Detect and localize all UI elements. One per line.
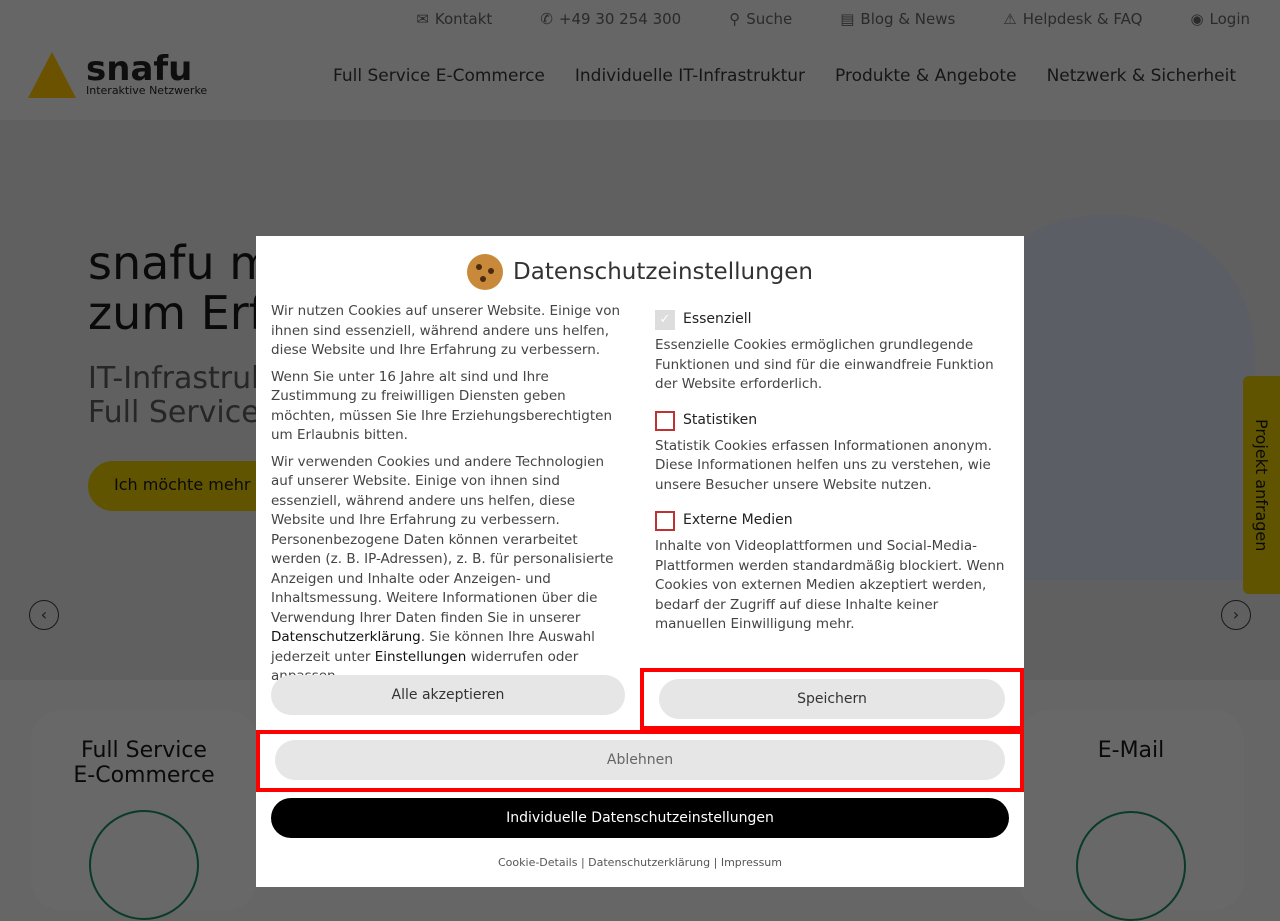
intro-text: Wir nutzen Cookies auf unserer Website. … <box>271 302 623 694</box>
option-label: Essenziell <box>683 311 752 328</box>
topbar-helpdesk[interactable]: ⚠ Helpdesk & FAQ <box>1003 10 1142 28</box>
mail-icon: ✉ <box>416 10 429 28</box>
carousel-prev-icon[interactable]: ‹ <box>29 600 59 630</box>
logo-triangle-icon <box>28 52 76 98</box>
option-label: Externe Medien <box>683 512 793 529</box>
cookie-details-link[interactable]: Cookie-Details <box>498 856 577 869</box>
label: Helpdesk & FAQ <box>1022 10 1143 28</box>
label: Suche <box>746 10 793 28</box>
privacy-policy-link[interactable]: Datenschutzerklärung <box>271 629 421 645</box>
topbar-search[interactable]: ⚲ Suche <box>729 10 792 28</box>
user-icon: ◉ <box>1190 10 1204 28</box>
option-label: Statistiken <box>683 411 758 428</box>
cookie-icon <box>467 254 504 290</box>
card-title: Full Service E-Commerce <box>73 738 215 788</box>
paragraph: Wir nutzen Cookies auf unserer Website. … <box>271 303 621 358</box>
paragraph: Wir verwenden Cookies und andere Technol… <box>271 453 623 687</box>
project-request-tab[interactable]: Projekt anfragen <box>1243 376 1280 594</box>
individual-settings-button[interactable]: Individuelle Datenschutzeinstellungen <box>271 798 1009 838</box>
topbar-blog[interactable]: ▤ Blog & News <box>840 10 955 28</box>
news-icon: ▤ <box>840 10 855 28</box>
carousel-next-icon[interactable]: › <box>1221 600 1251 630</box>
option-description: Statistik Cookies erfassen Informationen… <box>655 437 992 493</box>
search-icon: ⚲ <box>729 10 741 28</box>
service-card[interactable]: Full Service E-Commerce <box>31 710 257 920</box>
phone-icon: ✆ <box>540 10 553 28</box>
cookie-options: ✓ Essenziell Essenzielle Cookies ermöglic… <box>655 310 1005 651</box>
checkbox-statistics[interactable] <box>655 410 675 431</box>
accept-all-button[interactable]: Alle akzeptieren <box>271 675 625 715</box>
imprint-link[interactable]: Impressum <box>721 856 782 869</box>
nav-item[interactable]: Full Service E-Commerce <box>333 66 545 86</box>
label: Login <box>1209 10 1250 28</box>
email-icon <box>1076 811 1186 921</box>
logo[interactable]: snafu Interaktive Netzwerke <box>28 52 207 98</box>
footer-links: Cookie-Details | Datenschutzerklärung | … <box>498 856 782 869</box>
ecommerce-icon <box>89 810 199 920</box>
main-nav: Full Service E-Commerce Individuelle IT-… <box>333 66 1236 86</box>
reject-button[interactable]: Ablehnen <box>275 740 1005 780</box>
dialog-title: Datenschutzeinstellungen <box>256 254 1024 290</box>
option-external-media[interactable]: Externe Medien <box>655 511 1005 531</box>
settings-link[interactable]: Einstellungen <box>375 649 467 665</box>
top-bar: ✉ Kontakt ✆ +49 30 254 300 ⚲ Suche ▤ Blog & … <box>416 10 1250 28</box>
option-essential: ✓ Essenziell <box>655 310 1005 330</box>
option-statistics[interactable]: Statistiken <box>655 410 1005 431</box>
label: +49 30 254 300 <box>558 10 682 28</box>
checkbox-external-media[interactable] <box>655 511 675 531</box>
paragraph: Wenn Sie unter 16 Jahre alt sind und Ihr… <box>271 368 613 444</box>
warning-icon: ⚠ <box>1003 10 1017 28</box>
topbar-phone[interactable]: ✆ +49 30 254 300 <box>540 10 681 28</box>
checkbox-essential: ✓ <box>655 310 675 330</box>
privacy-settings-dialog: Datenschutzeinstellungen Wir nutzen Cook… <box>256 236 1024 887</box>
nav-item[interactable]: Produkte & Angebote <box>835 66 1017 86</box>
service-card[interactable]: E-Mail <box>1018 710 1244 921</box>
logo-name: snafu <box>86 48 193 89</box>
nav-item[interactable]: Individuelle IT-Infrastruktur <box>575 66 805 86</box>
title-text: Datenschutzeinstellungen <box>513 259 813 285</box>
option-description: Essenzielle Cookies ermöglichen grundleg… <box>655 337 994 392</box>
card-title: E-Mail <box>1097 738 1165 763</box>
topbar-kontakt[interactable]: ✉ Kontakt <box>416 10 492 28</box>
text: Wir verwenden Cookies und andere Technol… <box>271 453 614 626</box>
logo-tagline: Interaktive Netzwerke <box>86 83 208 97</box>
privacy-link[interactable]: Datenschutzerklärung <box>588 856 710 869</box>
nav-item[interactable]: Netzwerk & Sicherheit <box>1047 66 1236 86</box>
label: Kontakt <box>434 10 493 28</box>
label: Blog & News <box>860 10 956 28</box>
save-button[interactable]: Speichern <box>659 679 1005 719</box>
topbar-login[interactable]: ◉ Login <box>1190 10 1250 28</box>
option-description: Inhalte von Videoplattformen und Social-… <box>655 538 1005 632</box>
